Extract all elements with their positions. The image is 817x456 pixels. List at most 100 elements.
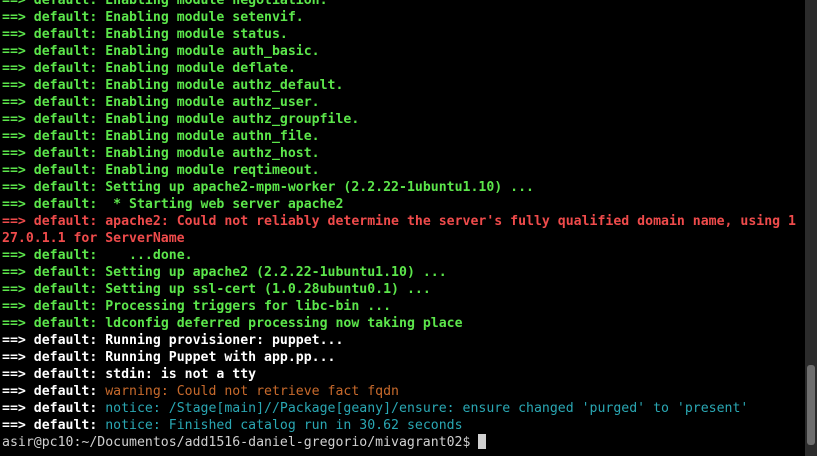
scrollbar-thumb[interactable] (807, 365, 815, 445)
line-vm-label: default: (25, 163, 98, 178)
line-arrow: ==> (2, 350, 26, 365)
vertical-scrollbar[interactable] (805, 0, 817, 456)
line-message: stdin: is not a tty (97, 367, 257, 382)
terminal-line: ==> default: Enabling module setenvif. (2, 9, 802, 26)
line-vm-label: default: (25, 61, 98, 76)
line-arrow: ==> (2, 44, 26, 59)
line-arrow: ==> (2, 0, 26, 8)
line-message: Enabling module authz_user. (97, 95, 320, 110)
line-message: Enabling module negotiation. (97, 0, 328, 8)
line-vm-label: default: (25, 367, 98, 382)
line-message: Enabling module setenvif. (97, 10, 304, 25)
line-vm-label: default: (25, 265, 98, 280)
terminal-line: ==> default: Setting up apache2-mpm-work… (2, 179, 802, 196)
line-arrow: ==> (2, 214, 26, 229)
line-arrow: ==> (2, 316, 26, 331)
terminal-line: ==> default: Enabling module authz_user. (2, 94, 802, 111)
line-message: ldconfig deferred processing now taking … (97, 316, 463, 331)
line-vm-label: default: (25, 299, 98, 314)
terminal-line: ==> default: Enabling module deflate. (2, 60, 802, 77)
terminal-line: ==> default: Setting up apache2 (2.2.22-… (2, 264, 802, 281)
line-message: Enabling module authz_groupfile. (97, 112, 360, 127)
line-vm-label: default: (25, 248, 98, 263)
line-vm-label: default: (25, 0, 98, 8)
terminal-line: ==> default: Enabling module authn_file. (2, 128, 802, 145)
line-message: Running provisioner: puppet... (97, 333, 344, 348)
line-vm-label: default: (25, 146, 98, 161)
line-arrow: ==> (2, 282, 26, 297)
terminal-line: 27.0.1.1 for ServerName (2, 230, 802, 247)
line-arrow: ==> (2, 299, 26, 314)
terminal-line: ==> default: Enabling module authz_group… (2, 111, 802, 128)
line-message: 27.0.1.1 for ServerName (2, 231, 185, 246)
line-vm-label: default: (25, 384, 98, 399)
line-arrow: ==> (2, 180, 26, 195)
line-message: Setting up ssl-cert (1.0.28ubuntu0.1) ..… (97, 282, 431, 297)
line-arrow: ==> (2, 163, 26, 178)
terminal-line: ==> default: Enabling module status. (2, 26, 802, 43)
line-arrow: ==> (2, 333, 26, 348)
terminal-line: ==> default: Running provisioner: puppet… (2, 332, 802, 349)
terminal-line: ==> default: warning: Could not retrieve… (2, 383, 802, 400)
terminal-line: ==> default: Enabling module reqtimeout. (2, 162, 802, 179)
terminal-line: ==> default: stdin: is not a tty (2, 366, 802, 383)
terminal-line: ==> default: Setting up ssl-cert (1.0.28… (2, 281, 802, 298)
line-arrow: ==> (2, 129, 26, 144)
line-arrow: ==> (2, 78, 26, 93)
line-message: * Starting web server apache2 (97, 197, 344, 212)
line-vm-label: default: (25, 180, 98, 195)
terminal-line: ==> default: notice: Finished catalog ru… (2, 417, 802, 434)
terminal-window[interactable]: ==> default: Enabling module negotiation… (0, 0, 805, 456)
prompt-line[interactable]: asir@pc10:~/Documentos/add1516-daniel-gr… (2, 434, 802, 451)
line-vm-label: default: (25, 350, 98, 365)
line-message: Processing triggers for libc-bin ... (97, 299, 392, 314)
line-message: Enabling module reqtimeout. (97, 163, 320, 178)
terminal-line: ==> default: Enabling module auth_basic. (2, 43, 802, 60)
line-message: notice: /Stage[main]//Package[geany]/ens… (97, 401, 749, 416)
line-arrow: ==> (2, 367, 26, 382)
line-message: notice: Finished catalog run in 30.62 se… (97, 418, 463, 433)
line-arrow: ==> (2, 146, 26, 161)
terminal-line: ==> default: Running Puppet with app.pp.… (2, 349, 802, 366)
line-message: Enabling module authz_host. (97, 146, 320, 161)
line-vm-label: default: (25, 78, 98, 93)
line-vm-label: default: (25, 112, 98, 127)
line-vm-label: default: (25, 333, 98, 348)
line-vm-label: default: (25, 401, 98, 416)
line-vm-label: default: (25, 27, 98, 42)
line-vm-label: default: (25, 197, 98, 212)
line-arrow: ==> (2, 401, 26, 416)
line-vm-label: default: (25, 316, 98, 331)
line-vm-label: default: (25, 282, 98, 297)
terminal-line: ==> default: Enabling module negotiation… (2, 0, 802, 9)
line-vm-label: default: (25, 10, 98, 25)
line-message: Setting up apache2 (2.2.22-1ubuntu1.10) … (97, 265, 447, 280)
terminal-output: ==> default: Enabling module negotiation… (2, 0, 802, 451)
terminal-line: ==> default: ...done. (2, 247, 802, 264)
line-message: Enabling module auth_basic. (97, 44, 320, 59)
line-arrow: ==> (2, 27, 26, 42)
line-message: Enabling module authn_file. (97, 129, 320, 144)
terminal-line: ==> default: apache2: Could not reliably… (2, 213, 802, 230)
line-arrow: ==> (2, 61, 26, 76)
terminal-line: ==> default: ldconfig deferred processin… (2, 315, 802, 332)
terminal-line: ==> default: Processing triggers for lib… (2, 298, 802, 315)
line-message: Enabling module status. (97, 27, 288, 42)
line-arrow: ==> (2, 248, 26, 263)
line-vm-label: default: (25, 418, 98, 433)
line-arrow: ==> (2, 197, 26, 212)
line-message: Running Puppet with app.pp... (97, 350, 336, 365)
line-message: Setting up apache2-mpm-worker (2.2.22-1u… (97, 180, 534, 195)
line-vm-label: default: (25, 44, 98, 59)
line-arrow: ==> (2, 10, 26, 25)
line-message: ...done. (97, 248, 193, 263)
line-message: Enabling module authz_default. (97, 78, 344, 93)
line-arrow: ==> (2, 95, 26, 110)
terminal-line: ==> default: notice: /Stage[main]//Packa… (2, 400, 802, 417)
line-arrow: ==> (2, 112, 26, 127)
line-message: Enabling module deflate. (97, 61, 296, 76)
shell-prompt: asir@pc10:~/Documentos/add1516-daniel-gr… (2, 435, 479, 450)
line-vm-label: default: (25, 214, 98, 229)
terminal-line: ==> default: Enabling module authz_defau… (2, 77, 802, 94)
line-message: apache2: Could not reliably determine th… (97, 214, 796, 229)
